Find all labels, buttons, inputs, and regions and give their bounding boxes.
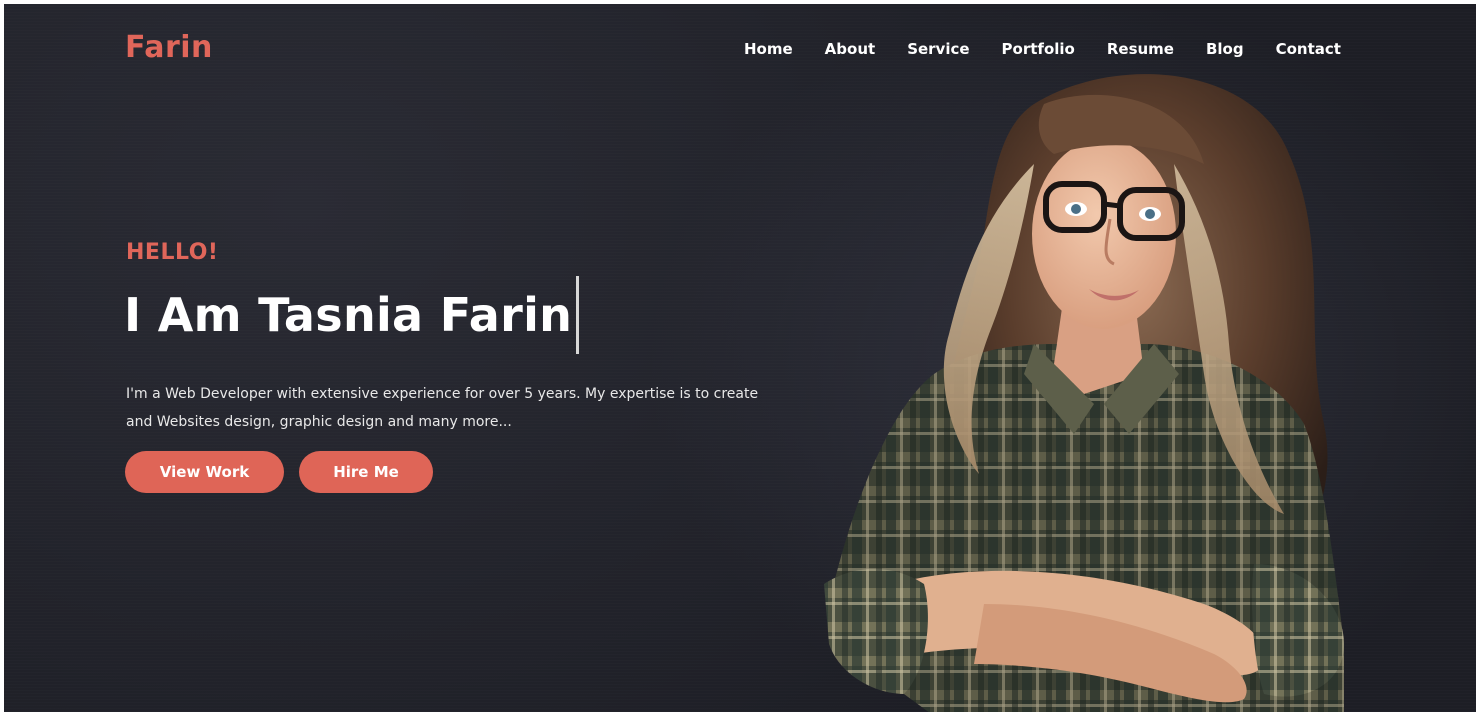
view-work-button[interactable]: View Work: [125, 451, 284, 493]
hero-title-wrap: I Am Tasnia Farin: [124, 276, 580, 354]
hero-greeting: HELLO!: [126, 240, 219, 265]
hero-title: I Am Tasnia Farin: [124, 288, 573, 342]
hero-section: Farin Home About Service Portfolio Resum…: [4, 4, 1476, 712]
typing-caret: [576, 276, 580, 354]
hire-me-button[interactable]: Hire Me: [299, 451, 433, 493]
site-logo[interactable]: Farin: [125, 30, 213, 65]
woman-portrait-photo: [824, 74, 1344, 712]
hero-description: I'm a Web Developer with extensive exper…: [126, 386, 759, 430]
